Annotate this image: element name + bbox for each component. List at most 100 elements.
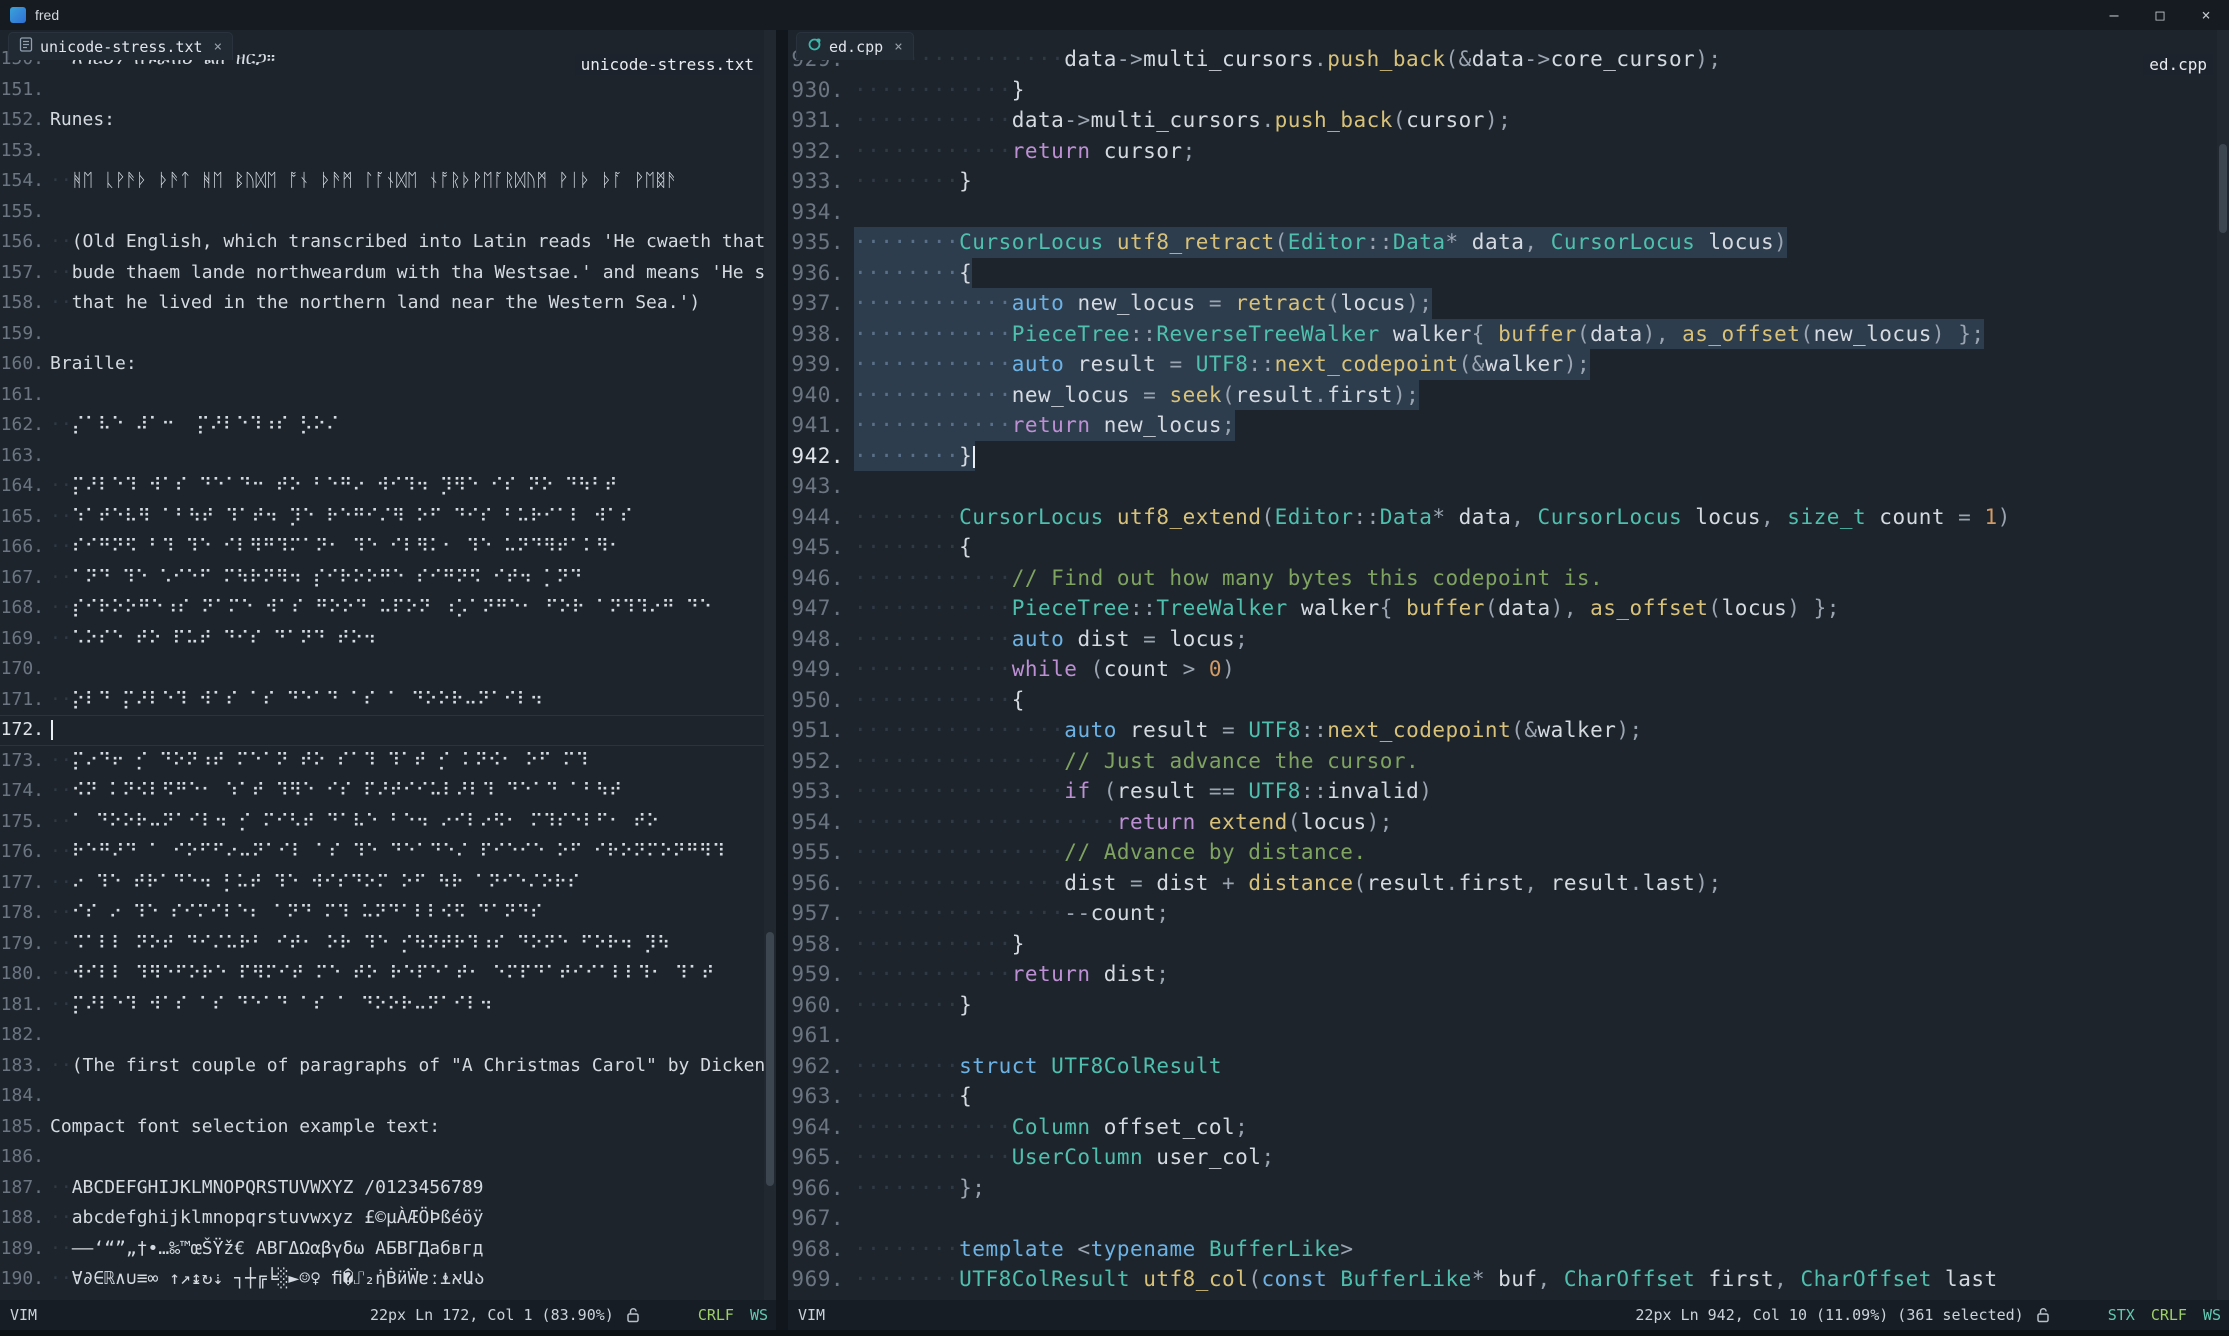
- code-line[interactable]: 934.: [788, 197, 2217, 228]
- text-line[interactable]: 152.Runes:: [0, 105, 764, 136]
- code-line[interactable]: 959.············return dist;: [788, 959, 2217, 990]
- code-line[interactable]: 937.············auto new_locus = retract…: [788, 288, 2217, 319]
- text-line[interactable]: 153.: [0, 136, 764, 167]
- code-line[interactable]: 948.············auto dist = locus;: [788, 624, 2217, 655]
- code-line[interactable]: 967.: [788, 1203, 2217, 1234]
- text-line[interactable]: 178.··⠊⠎ ⠔ ⠹⠑ ⠎⠊⠍⠊⠇⠑⠆ ⠁⠝⠙ ⠍⠹ ⠥⠝⠙⠁⠇⠇⠪⠫ ⠙⠁…: [0, 898, 764, 929]
- text-line[interactable]: 183.··(The first couple of paragraphs of…: [0, 1051, 764, 1082]
- text-line[interactable]: 162.··⡌⠁⠧⠑ ⠼⠁⠒ ⡍⠜⠇⠑⠹⠰⠎ ⡣⠕⠌: [0, 410, 764, 441]
- left-scrollbar-thumb[interactable]: [766, 932, 774, 1186]
- code-line[interactable]: 964.············Column offset_col;: [788, 1112, 2217, 1143]
- code-line[interactable]: 968.········template <typename BufferLik…: [788, 1234, 2217, 1265]
- text-line[interactable]: 166.··⠎⠊⠛⠝⠫ ⠃⠹ ⠹⠑ ⠊⠇⠻⠛⠹⠍⠁⠝⠂ ⠹⠑ ⠊⠇⠻⠅⠂ ⠹⠑ …: [0, 532, 764, 563]
- line-ending-indicator[interactable]: CRLF: [698, 1306, 734, 1324]
- text-line[interactable]: 174.··⠪⠝ ⠅⠝⠪⠇⠫⠛⠑⠂ ⠱⠁⠞ ⠹⠻⠑ ⠊⠎ ⠏⠜⠞⠊⠊⠥⠇⠜⠇⠹ …: [0, 776, 764, 807]
- code-line[interactable]: 936.········{: [788, 258, 2217, 289]
- tab-ed-cpp[interactable]: ed.cpp ×: [796, 32, 914, 60]
- text-line[interactable]: 173.··⡍⠔⠙⠖ ⡊ ⠙⠕⠝⠰⠞ ⠍⠑⠁⠝ ⠞⠕ ⠎⠁⠹ ⠹⠁⠞ ⡊ ⠅⠝⠪…: [0, 746, 764, 777]
- text-line[interactable]: 154.··ᚻᛖ ᚳᚹᚫᚦ ᚦᚫᛏ ᚻᛖ ᛒᚢᛞᛖ ᚩᚾ ᚦᚫᛗ ᛚᚪᚾᛞᛖ ᚾ…: [0, 166, 764, 197]
- code-line[interactable]: 958.············}: [788, 929, 2217, 960]
- text-line[interactable]: 168.··⡎⠊⠗⠕⠕⠛⠑⠰⠎ ⠝⠁⠍⠑ ⠺⠁⠎ ⠛⠕⠕⠙ ⠥⠏⠕⠝ ⠰⡡⠁⠝⠛…: [0, 593, 764, 624]
- right-editor-text-area[interactable]: 929.················data->multi_cursors.…: [788, 30, 2217, 1300]
- code-line[interactable]: 938.············PieceTree::ReverseTreeWa…: [788, 319, 2217, 350]
- code-line[interactable]: 952.················// Just advance the …: [788, 746, 2217, 777]
- text-line[interactable]: 176.··⠗⠑⠛⠜⠙ ⠁ ⠊⠕⠋⠋⠔⠤⠝⠁⠊⠇ ⠁⠎ ⠹⠑ ⠙⠑⠁⠙⠑⠌ ⠏⠊…: [0, 837, 764, 868]
- right-scrollbar-thumb[interactable]: [2219, 144, 2227, 233]
- text-line[interactable]: 184.: [0, 1081, 764, 1112]
- encoding-indicator[interactable]: STX: [2108, 1306, 2135, 1324]
- tab-close-icon[interactable]: ×: [894, 39, 902, 55]
- text-line[interactable]: 171.··⡕⠇⠙ ⡍⠜⠇⠑⠹ ⠺⠁⠎ ⠁⠎ ⠙⠑⠁⠙ ⠁⠎ ⠁ ⠙⠕⠕⠗⠤⠝⠁…: [0, 685, 764, 716]
- text-line[interactable]: 163.: [0, 441, 764, 472]
- code-line[interactable]: 930.············}: [788, 75, 2217, 106]
- text-line[interactable]: 181.··⡍⠜⠇⠑⠹ ⠺⠁⠎ ⠁⠎ ⠙⠑⠁⠙ ⠁⠎ ⠁ ⠙⠕⠕⠗⠤⠝⠁⠊⠇⠲: [0, 990, 764, 1021]
- whitespace-indicator[interactable]: WS: [750, 1306, 768, 1324]
- code-line[interactable]: 956.················dist = dist + distan…: [788, 868, 2217, 899]
- text-line[interactable]: 151.: [0, 75, 764, 106]
- text-line[interactable]: 167.··⠁⠝⠙ ⠹⠑ ⠡⠊⠑⠋ ⠍⠳⠗⠝⠻⠲ ⡎⠊⠗⠕⠕⠛⠑ ⠎⠊⠛⠝⠫ ⠊…: [0, 563, 764, 594]
- whitespace-indicator[interactable]: WS: [2203, 1306, 2221, 1324]
- code-line[interactable]: 932.············return cursor;: [788, 136, 2217, 167]
- text-line[interactable]: 155.: [0, 197, 764, 228]
- text-line[interactable]: 165.··⠱⠁⠞⠑⠧⠻ ⠁⠃⠳⠞ ⠹⠁⠞⠲ ⡹⠑ ⠗⠑⠛⠊⠌⠻ ⠕⠋ ⠙⠊⠎ …: [0, 502, 764, 533]
- text-line[interactable]: 161.: [0, 380, 764, 411]
- code-line[interactable]: 941.············return new_locus;: [788, 410, 2217, 441]
- code-line[interactable]: 940.············new_locus = seek(result.…: [788, 380, 2217, 411]
- line-ending-indicator[interactable]: CRLF: [2151, 1306, 2187, 1324]
- code-line[interactable]: 939.············auto result = UTF8::next…: [788, 349, 2217, 380]
- left-editor-text-area[interactable]: 150.··እግርህን በፍራሽህ ልክ ዘርጋ።151.152.Runes:1…: [0, 30, 764, 1300]
- code-line[interactable]: 944.········CursorLocus utf8_extend(Edit…: [788, 502, 2217, 533]
- code-line[interactable]: 955.················// Advance by distan…: [788, 837, 2217, 868]
- code-line[interactable]: 969.········UTF8ColResult utf8_col(const…: [788, 1264, 2217, 1295]
- text-line[interactable]: 189.··–—‘“”„†•…‰™œŠŸž€ ΑΒΓΔΩαβγδω АБВГДа…: [0, 1234, 764, 1265]
- text-line[interactable]: 188.··abcdefghijklmnopqrstuvwxyz £©µÀÆÖÞ…: [0, 1203, 764, 1234]
- text-line[interactable]: 187.··ABCDEFGHIJKLMNOPQRSTUVWXYZ /012345…: [0, 1173, 764, 1204]
- code-line[interactable]: 949.············while (count > 0): [788, 654, 2217, 685]
- close-button[interactable]: ×: [2183, 0, 2229, 30]
- code-line[interactable]: 943.: [788, 471, 2217, 502]
- code-line[interactable]: 929.················data->multi_cursors.…: [788, 44, 2217, 75]
- text-line[interactable]: 164.··⡍⠜⠇⠑⠹ ⠺⠁⠎ ⠙⠑⠁⠙⠒ ⠞⠕ ⠃⠑⠛⠔ ⠺⠊⠹⠲ ⡹⠻⠑ ⠊…: [0, 471, 764, 502]
- code-line[interactable]: 963.········{: [788, 1081, 2217, 1112]
- code-line[interactable]: 933.········}: [788, 166, 2217, 197]
- minimize-button[interactable]: –: [2091, 0, 2137, 30]
- code-line[interactable]: 962.········struct UTF8ColResult: [788, 1051, 2217, 1082]
- code-line[interactable]: 950.············{: [788, 685, 2217, 716]
- text-line[interactable]: 158.··that he lived in the northern land…: [0, 288, 764, 319]
- code-line[interactable]: 945.········{: [788, 532, 2217, 563]
- right-scrollbar[interactable]: [2217, 30, 2229, 1300]
- code-line[interactable]: 931.············data->multi_cursors.push…: [788, 105, 2217, 136]
- text-line[interactable]: 179.··⠩⠁⠇⠇ ⠝⠕⠞ ⠙⠊⠌⠥⠗⠃ ⠊⠞⠂ ⠕⠗ ⠹⠑ ⡊⠳⠝⠞⠗⠹⠰⠎…: [0, 929, 764, 960]
- text-line[interactable]: 172.: [0, 715, 764, 746]
- code-line[interactable]: 953.················if (result == UTF8::…: [788, 776, 2217, 807]
- code-line[interactable]: 954.····················return extend(lo…: [788, 807, 2217, 838]
- text-line[interactable]: 182.: [0, 1020, 764, 1051]
- pane-divider[interactable]: [776, 30, 788, 1300]
- code-line[interactable]: 951.················auto result = UTF8::…: [788, 715, 2217, 746]
- text-line[interactable]: 170.: [0, 654, 764, 685]
- text-line[interactable]: 156.··(Old English, which transcribed in…: [0, 227, 764, 258]
- code-line[interactable]: 966.········};: [788, 1173, 2217, 1204]
- text-line[interactable]: 185.Compact font selection example text:: [0, 1112, 764, 1143]
- code-line[interactable]: 935.········CursorLocus utf8_retract(Edi…: [788, 227, 2217, 258]
- tab-unicode-stress-txt[interactable]: unicode-stress.txt ×: [8, 32, 233, 60]
- code-line[interactable]: 957.················--count;: [788, 898, 2217, 929]
- text-line[interactable]: 157.··bude thaem lande northweardum with…: [0, 258, 764, 289]
- text-line[interactable]: 177.··⠔ ⠹⠑ ⠞⠗⠁⠙⠑⠲ ⡃⠥⠞ ⠹⠑ ⠺⠊⠎⠙⠕⠍ ⠕⠋ ⠳⠗ ⠁⠝…: [0, 868, 764, 899]
- code-line[interactable]: 961.: [788, 1020, 2217, 1051]
- text-line[interactable]: 169.··⠡⠕⠎⠑ ⠞⠕ ⠏⠥⠞ ⠙⠊⠎ ⠙⠁⠝⠙ ⠞⠕⠲: [0, 624, 764, 655]
- maximize-button[interactable]: □: [2137, 0, 2183, 30]
- text-line[interactable]: 180.··⠺⠊⠇⠇ ⠹⠻⠑⠋⠕⠗⠑ ⠏⠻⠍⠊⠞ ⠍⠑ ⠞⠕ ⠗⠑⠏⠑⠁⠞⠂ ⠑…: [0, 959, 764, 990]
- text-line[interactable]: 159.: [0, 319, 764, 350]
- text-line[interactable]: 160.Braille:: [0, 349, 764, 380]
- left-scrollbar[interactable]: [764, 30, 776, 1300]
- code-line[interactable]: 947.············PieceTree::TreeWalker wa…: [788, 593, 2217, 624]
- code-line[interactable]: 942.········}: [788, 441, 2217, 472]
- tab-close-icon[interactable]: ×: [214, 39, 222, 55]
- text-line[interactable]: 175.··⠁ ⠙⠕⠕⠗⠤⠝⠁⠊⠇⠲ ⡊ ⠍⠊⠣⠞ ⠙⠁⠧⠑ ⠃⠑⠲ ⠔⠊⠇⠔⠫…: [0, 807, 764, 838]
- code-line[interactable]: 965.············UserColumn user_col;: [788, 1142, 2217, 1173]
- text-line[interactable]: 190.··∀∂∈ℝ∧∪≡∞ ↑↗↨↻⇣ ┐┼╔╘░►☺♀ ﬁ�⑀₂ἠḂӥẄɐː…: [0, 1264, 764, 1295]
- text-line[interactable]: 186.: [0, 1142, 764, 1173]
- code-line[interactable]: 960.········}: [788, 990, 2217, 1021]
- code-line[interactable]: 946.············// Find out how many byt…: [788, 563, 2217, 594]
